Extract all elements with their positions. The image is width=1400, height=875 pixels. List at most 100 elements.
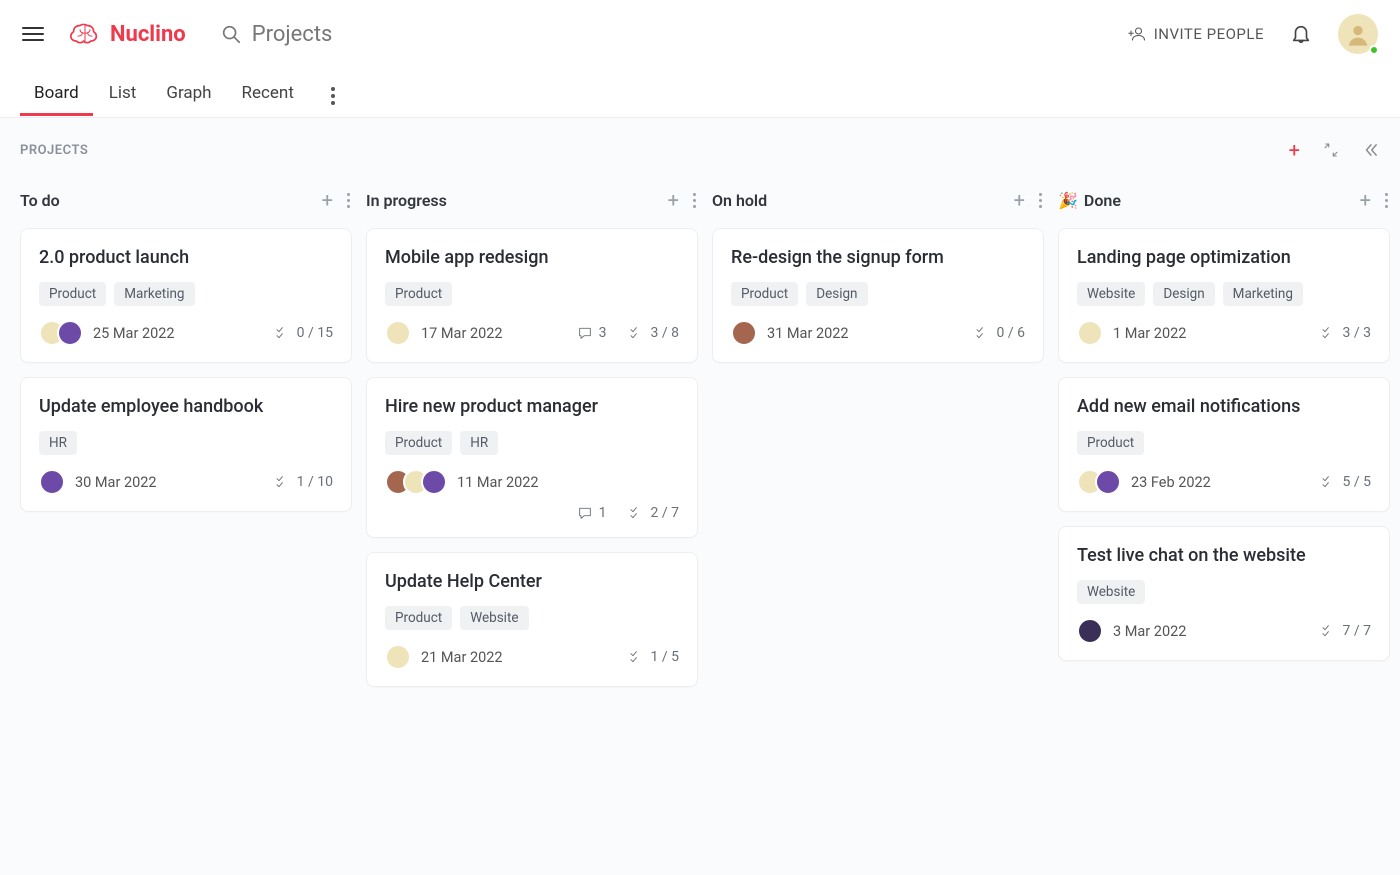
card[interactable]: 2.0 product launchProductMarketing25 Mar… xyxy=(20,228,352,363)
column-title-text: To do xyxy=(20,191,60,210)
card-avatars xyxy=(39,320,83,346)
card-meta: 33 / 8 xyxy=(577,325,679,341)
card[interactable]: Re-design the signup formProductDesign31… xyxy=(712,228,1044,363)
card-avatars xyxy=(385,644,411,670)
column-add-card-button[interactable]: + xyxy=(668,190,679,210)
card[interactable]: Mobile app redesignProduct17 Mar 202233 … xyxy=(366,228,698,363)
tab-board[interactable]: Board xyxy=(34,77,79,115)
brain-icon xyxy=(68,17,102,51)
column-title-text: Done xyxy=(1084,191,1121,210)
tag: Design xyxy=(1153,282,1214,306)
column-more-button[interactable] xyxy=(1039,193,1042,208)
card-date: 23 Feb 2022 xyxy=(1131,474,1211,491)
column-add-card-button[interactable]: + xyxy=(1360,190,1371,210)
card-avatars xyxy=(385,320,411,346)
column-add-card-button[interactable]: + xyxy=(1014,190,1025,210)
app-logo[interactable]: Nuclino xyxy=(68,17,186,51)
card-footer: 1 Mar 2022 3 / 3 xyxy=(1077,320,1371,346)
column-add-card-button[interactable]: + xyxy=(322,190,333,210)
column-emoji-icon: 🎉 xyxy=(1058,191,1078,210)
card-footer: 17 Mar 2022 33 / 8 xyxy=(385,320,679,346)
tab-list[interactable]: List xyxy=(109,77,137,115)
search-input[interactable]: Projects xyxy=(220,22,333,47)
column-more-button[interactable] xyxy=(1385,193,1388,208)
tag: Product xyxy=(731,282,798,306)
card-checklist: 1 / 10 xyxy=(275,474,333,490)
add-column-button[interactable]: + xyxy=(1289,138,1300,162)
avatar-icon xyxy=(1077,320,1103,346)
tag: Marketing xyxy=(114,282,194,306)
card-date: 17 Mar 2022 xyxy=(421,325,503,342)
card-title: Update Help Center xyxy=(385,571,679,592)
card-meta: 3 / 3 xyxy=(1321,325,1371,341)
tab-recent[interactable]: Recent xyxy=(242,77,294,115)
card-footer: 21 Mar 20221 / 5 xyxy=(385,644,679,670)
avatar-icon xyxy=(57,320,83,346)
column-actions: + xyxy=(668,190,696,210)
tag: Design xyxy=(806,282,867,306)
notifications-icon[interactable] xyxy=(1290,23,1312,45)
card-avatars xyxy=(1077,320,1103,346)
card[interactable]: Add new email notificationsProduct23 Feb… xyxy=(1058,377,1390,512)
card-avatars xyxy=(731,320,757,346)
invite-people-button[interactable]: INVITE PEOPLE xyxy=(1128,25,1264,43)
card-footer: 31 Mar 2022 0 / 6 xyxy=(731,320,1025,346)
card[interactable]: Hire new product managerProductHR11 Mar … xyxy=(366,377,698,538)
card-checklist: 5 / 5 xyxy=(1321,474,1371,490)
tag: HR xyxy=(39,431,77,455)
card-meta: 7 / 7 xyxy=(1321,623,1371,639)
card-tags: Product Design xyxy=(731,282,1025,306)
card-date: 1 Mar 2022 xyxy=(1113,325,1186,342)
card-title: Update employee handbook xyxy=(39,396,333,417)
column-more-button[interactable] xyxy=(347,193,350,208)
card-date: 11 Mar 2022 xyxy=(457,474,539,491)
card-meta: 0 / 6 xyxy=(975,325,1025,341)
card-footer: 23 Feb 2022 5 / 5 xyxy=(1077,469,1371,495)
column: To do +2.0 product launchProductMarketing… xyxy=(20,182,352,526)
board-view: PROJECTS + To do+2.0 product launchProdu… xyxy=(0,118,1400,875)
card[interactable]: Landing page optimizationWebsiteDesignMa… xyxy=(1058,228,1390,363)
collapse-sidebar-icon[interactable] xyxy=(1362,141,1380,159)
avatar-icon xyxy=(385,320,411,346)
breadcrumb: PROJECTS xyxy=(20,143,88,158)
tag: Product xyxy=(385,606,452,630)
avatar-icon xyxy=(421,469,447,495)
card-date: 31 Mar 2022 xyxy=(767,325,849,342)
view-tabs: Board List Graph Recent xyxy=(0,68,1400,118)
card-tags: Product xyxy=(385,282,679,306)
card-checklist: 0 / 15 xyxy=(275,325,333,341)
card-meta: 12 / 7 xyxy=(577,505,679,521)
tag: Product xyxy=(385,431,452,455)
card[interactable]: Test live chat on the websiteWebsite3 Ma… xyxy=(1058,526,1390,661)
invite-label: INVITE PEOPLE xyxy=(1154,25,1264,43)
card-date: 3 Mar 2022 xyxy=(1113,623,1186,640)
board-actions: + xyxy=(1289,138,1380,162)
card[interactable]: Update Help CenterProductWebsite21 Mar 2… xyxy=(366,552,698,687)
board-header: PROJECTS + xyxy=(20,132,1380,168)
column-title: 🎉 Done xyxy=(1058,191,1121,210)
card-checklist: 7 / 7 xyxy=(1321,623,1371,639)
card[interactable]: Update employee handbookHR30 Mar 20221 /… xyxy=(20,377,352,512)
tag: Product xyxy=(385,282,452,306)
card-avatars xyxy=(39,469,65,495)
compact-view-icon[interactable] xyxy=(1322,141,1340,159)
column-header: In progress+ xyxy=(366,182,698,218)
card-tags: WebsiteDesignMarketing xyxy=(1077,282,1371,306)
tag: HR xyxy=(460,431,498,455)
tag: Website xyxy=(1077,282,1145,306)
column-title: To do xyxy=(20,191,60,210)
user-avatar[interactable] xyxy=(1338,14,1378,54)
column-header: 🎉 Done + xyxy=(1058,182,1390,218)
avatar-icon xyxy=(1077,618,1103,644)
card-avatars xyxy=(1077,469,1121,495)
column-more-button[interactable] xyxy=(693,193,696,208)
column-header: On hold+ xyxy=(712,182,1044,218)
tabs-more-button[interactable] xyxy=(324,87,342,105)
card-date: 25 Mar 2022 xyxy=(93,325,175,342)
card-title: 2.0 product launch xyxy=(39,247,333,268)
tag: Website xyxy=(1077,580,1145,604)
search-placeholder: Projects xyxy=(252,22,333,47)
menu-toggle-button[interactable] xyxy=(22,23,44,45)
tab-graph[interactable]: Graph xyxy=(166,77,211,115)
avatar-icon xyxy=(385,644,411,670)
